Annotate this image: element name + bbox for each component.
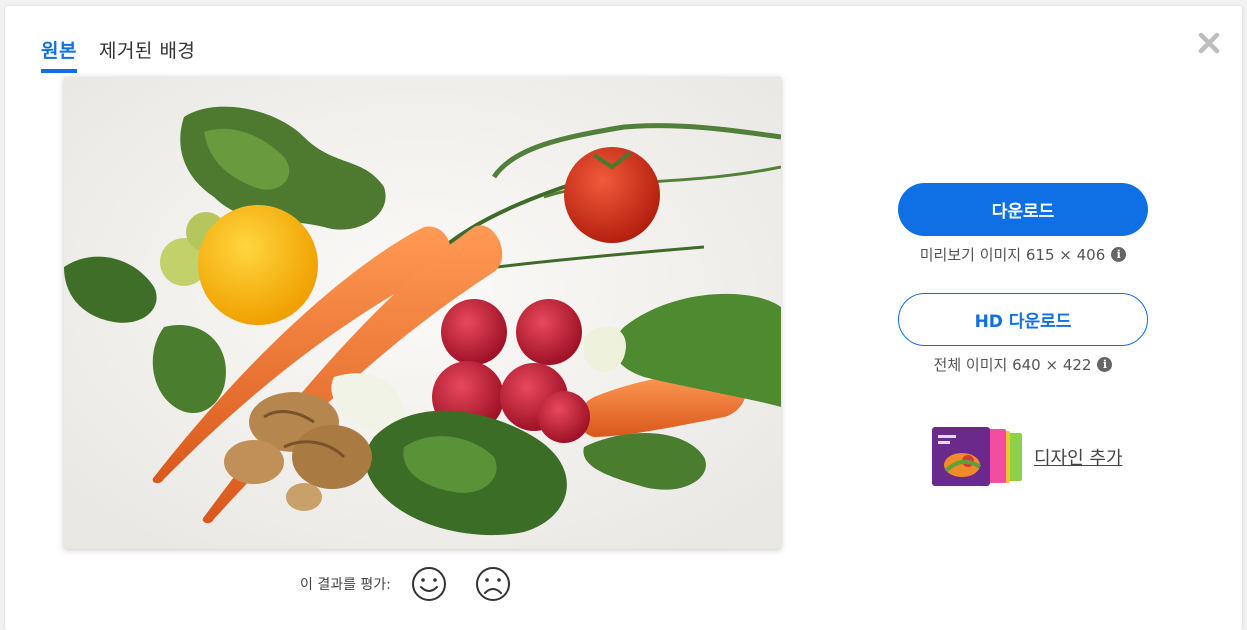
full-image-info-text: 전체 이미지 640 × 422	[933, 355, 1092, 374]
tab-removed-background[interactable]: 제거된 배경	[99, 36, 195, 73]
info-icon[interactable]: i	[1111, 246, 1127, 262]
add-design-label[interactable]: 디자인 추가	[1034, 444, 1123, 470]
tab-original[interactable]: 원본	[41, 36, 77, 73]
add-design-link[interactable]: 디자인 추가	[932, 427, 1148, 487]
download-button[interactable]: 다운로드	[898, 183, 1148, 236]
info-icon[interactable]: i	[1097, 356, 1113, 372]
preview-info: 미리보기 이미지 615 × 406 i	[898, 243, 1148, 265]
download-panel: 다운로드 미리보기 이미지 615 × 406 i HD 다운로드 전체 이미지…	[898, 183, 1148, 487]
smile-icon[interactable]	[409, 564, 449, 604]
rating-bar: 이 결과를 평가:	[300, 564, 537, 604]
hd-download-button[interactable]: HD 다운로드	[898, 293, 1148, 346]
close-icon[interactable]	[1196, 30, 1222, 56]
full-image-info: 전체 이미지 640 × 422 i	[898, 353, 1148, 375]
result-dialog: 원본 제거된 배경 이 결과를 평가: 다운로드 미리보기 이미지 615 × …	[5, 6, 1242, 630]
preview-info-text: 미리보기 이미지 615 × 406	[919, 245, 1106, 264]
rating-label: 이 결과를 평가:	[300, 577, 391, 593]
design-thumbnail-icon	[932, 427, 1024, 487]
frown-icon[interactable]	[473, 564, 513, 604]
tab-bar: 원본 제거된 배경	[41, 36, 195, 73]
preview-image	[64, 77, 781, 549]
